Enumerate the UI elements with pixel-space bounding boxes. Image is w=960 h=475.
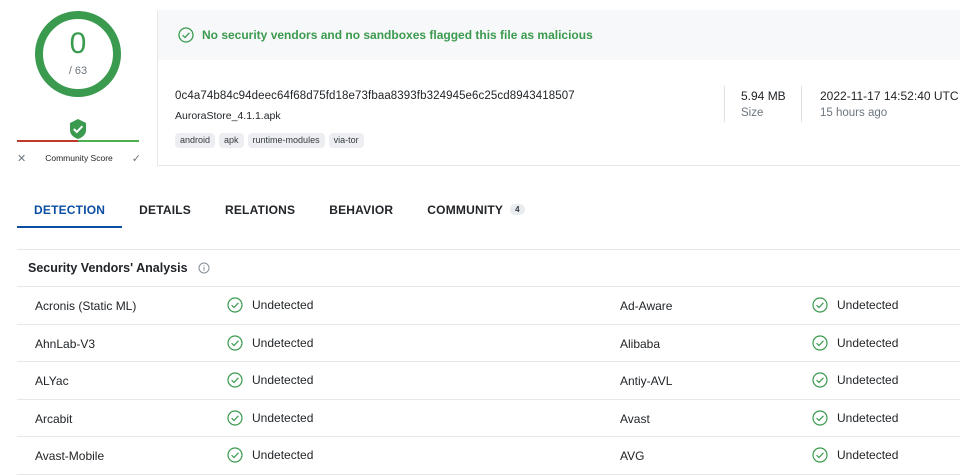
check-circle-icon <box>812 447 828 463</box>
tab-community[interactable]: COMMUNITY 4 <box>410 190 541 228</box>
vendor-name: Avast-Mobile <box>35 449 105 464</box>
section-title: Security Vendors' Analysis <box>28 261 188 275</box>
community-score-row: ✕ Community Score ✓ <box>17 150 141 166</box>
vendor-name: Arcabit <box>35 411 73 426</box>
check-circle-icon <box>227 334 243 351</box>
scan-date-value: 2022-11-17 14:52:40 UTC <box>820 89 959 103</box>
vendors-section-header: Security Vendors' Analysis <box>17 249 960 287</box>
tab-community-label: COMMUNITY <box>427 203 504 217</box>
vendor-status: Undetected <box>812 334 899 351</box>
tag-via-tor[interactable]: via-tor <box>328 133 364 148</box>
tab-relations-label: RELATIONS <box>224 203 296 217</box>
file-size-label: Size <box>741 107 764 119</box>
vendor-name: AhnLab-V3 <box>35 336 96 351</box>
verdict-banner: No security vendors and no sandboxes fla… <box>158 10 960 60</box>
meta-divider <box>724 86 725 122</box>
check-circle-icon <box>812 297 828 313</box>
tab-detection-label: DETECTION <box>34 203 106 217</box>
community-count-badge: 4 <box>510 204 525 215</box>
check-circle-icon <box>812 334 828 351</box>
tab-behavior[interactable]: BEHAVIOR <box>312 190 410 228</box>
scan-date-relative: 15 hours ago <box>820 107 888 119</box>
vendor-status: Undetected <box>227 410 313 426</box>
vendor-name: AVG <box>620 449 645 464</box>
vendor-name: Acronis (Static ML) <box>35 299 137 313</box>
info-icon[interactable] <box>198 262 210 274</box>
vendor-name: Antiy-AVL <box>620 374 673 389</box>
check-circle-icon <box>812 372 828 388</box>
file-hash[interactable]: 0c4a74b84c94deec64f68d75fd18e73fbaa8393f… <box>175 90 575 102</box>
check-circle-icon <box>227 297 243 313</box>
tab-behavior-label: BEHAVIOR <box>329 203 394 217</box>
community-score-label: Community Score <box>45 153 113 163</box>
vendor-name: Ad-Aware <box>620 299 673 313</box>
vote-harmful-icon[interactable]: ✕ <box>17 152 26 165</box>
status-text: Undetected <box>252 448 314 463</box>
status-text: Undetected <box>252 335 314 350</box>
detection-count: 0 <box>69 27 87 60</box>
tag-android[interactable]: android <box>175 133 216 148</box>
vendor-status: Undetected <box>227 447 313 463</box>
vendor-status: Undetected <box>227 334 314 351</box>
status-text: Undetected <box>252 373 314 388</box>
vendor-name: Alibaba <box>620 336 661 351</box>
vendor-name: ALYac <box>35 374 69 389</box>
status-text: Undetected <box>837 298 899 312</box>
file-tags: android apk runtime-modules via-tor <box>175 133 364 148</box>
tab-relations[interactable]: RELATIONS <box>208 190 312 228</box>
vote-harmless-icon[interactable]: ✓ <box>132 152 141 165</box>
report-tabs: DETECTION DETAILS RELATIONS BEHAVIOR COM… <box>17 190 960 230</box>
status-text: Undetected <box>837 335 899 350</box>
tab-detection[interactable]: DETECTION <box>17 190 123 228</box>
vendor-status: Undetected <box>812 447 898 463</box>
check-circle-icon <box>227 410 243 426</box>
vendor-status: Undetected <box>812 372 898 388</box>
table-row: Arcabit Undetected Avast Undetected <box>17 400 960 438</box>
status-text: Undetected <box>837 448 899 463</box>
file-size-value: 5.94 MB <box>741 89 786 103</box>
file-summary-card: No security vendors and no sandboxes fla… <box>157 10 960 166</box>
check-circle-icon <box>812 410 828 426</box>
detection-score-ring: 0 / 63 <box>34 10 122 98</box>
table-row: Acronis (Static ML) Undetected Ad-Aware … <box>17 287 960 325</box>
engine-total: / 63 <box>68 65 88 77</box>
vendor-status: Undetected <box>812 410 898 426</box>
community-score-check-icon <box>67 118 89 140</box>
check-circle-icon <box>178 27 194 43</box>
meta-divider <box>801 86 802 122</box>
tag-runtime-modules[interactable]: runtime-modules <box>247 133 325 148</box>
table-row: AhnLab-V3 Undetected Alibaba Undetected <box>17 325 960 363</box>
vendor-name: Avast <box>620 411 650 426</box>
tab-details[interactable]: DETAILS <box>122 190 208 228</box>
vendor-results-table: Acronis (Static ML) Undetected Ad-Aware … <box>17 287 960 475</box>
vendor-status: Undetected <box>812 297 898 313</box>
status-text: Undetected <box>252 298 314 312</box>
status-text: Undetected <box>837 373 899 388</box>
status-text: Undetected <box>837 410 899 425</box>
tag-apk[interactable]: apk <box>219 133 244 148</box>
check-circle-icon <box>227 447 243 463</box>
table-row: Avast-Mobile Undetected AVG Undetected <box>17 437 960 475</box>
check-circle-icon <box>227 372 243 388</box>
file-name: AuroraStore_4.1.1.apk <box>175 110 281 122</box>
vendor-status: Undetected <box>227 372 313 388</box>
tab-details-label: DETAILS <box>139 203 191 217</box>
status-text: Undetected <box>252 410 314 425</box>
verdict-text: No security vendors and no sandboxes fla… <box>202 28 593 42</box>
vendor-status: Undetected <box>227 297 313 313</box>
community-score-bar <box>17 140 139 142</box>
table-row: ALYac Undetected Antiy-AVL Undetected <box>17 362 960 400</box>
